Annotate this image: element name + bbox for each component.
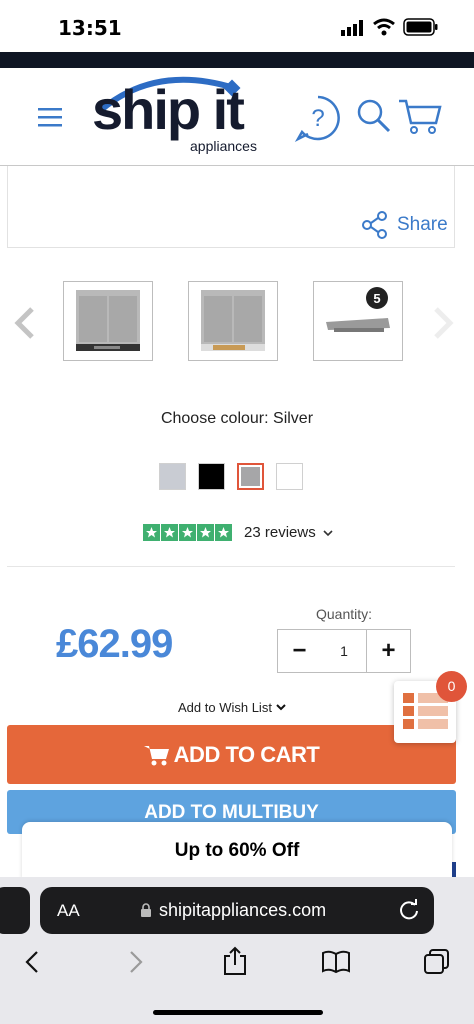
home-indicator — [153, 1010, 323, 1015]
search-icon[interactable] — [356, 98, 392, 134]
share-link[interactable]: Share — [397, 214, 448, 236]
colour-swatch-black[interactable] — [198, 463, 225, 490]
menu-icon[interactable] — [38, 108, 62, 128]
svg-text:?: ? — [311, 105, 324, 132]
page-edge-strip — [452, 862, 456, 878]
carousel-prev-icon[interactable] — [12, 306, 38, 340]
url-text: shipitappliances.com — [159, 900, 327, 920]
chevron-down-icon — [323, 530, 333, 537]
logo-text: ship it — [92, 78, 245, 141]
thumbnail-image — [201, 290, 265, 351]
share-icon[interactable] — [362, 211, 388, 239]
previous-tab-pill[interactable] — [0, 887, 30, 934]
quantity-label: Quantity: — [316, 606, 373, 622]
product-thumbnail[interactable]: 5 — [313, 281, 403, 361]
quantity-decrease-button[interactable]: − — [277, 629, 322, 673]
share-sheet-icon[interactable] — [222, 946, 248, 976]
battery-icon — [403, 18, 438, 36]
tabs-icon[interactable] — [423, 949, 451, 975]
product-thumbnail[interactable] — [188, 281, 278, 361]
promo-banner[interactable]: Up to 60% Off — [22, 822, 452, 880]
add-to-cart-button[interactable]: ADD TO CART — [7, 725, 456, 784]
thumbnail-image — [76, 290, 140, 351]
carousel-next-icon[interactable] — [430, 306, 456, 340]
add-to-cart-label: ADD TO CART — [173, 741, 320, 767]
product-thumbnail[interactable] — [63, 281, 153, 361]
choose-colour-label: Choose colour: Silver — [160, 410, 314, 427]
cart-icon[interactable] — [398, 98, 442, 136]
reload-icon[interactable] — [398, 899, 420, 921]
help-icon[interactable]: ? — [294, 94, 342, 142]
colour-swatch-white[interactable] — [276, 463, 303, 490]
bookmarks-icon[interactable] — [321, 950, 351, 974]
status-time: 13:51 — [58, 16, 122, 40]
top-banner-strip — [0, 52, 474, 68]
back-icon[interactable] — [22, 950, 42, 974]
cart-icon — [143, 745, 169, 765]
quantity-increase-button[interactable]: + — [366, 629, 411, 673]
star-rating-icon[interactable] — [143, 524, 233, 542]
lock-icon — [141, 903, 151, 917]
wifi-icon — [373, 18, 395, 36]
section-divider — [7, 566, 455, 567]
status-bar: 13:51 — [0, 0, 474, 52]
reviews-link[interactable]: 23 reviews — [244, 524, 316, 541]
logo-subtext: appliances — [190, 138, 257, 154]
add-to-wish-list-link[interactable]: Add to Wish List — [178, 700, 272, 715]
colour-swatch-grey-selected[interactable] — [237, 463, 264, 490]
site-header: ship it appliances ? — [0, 68, 474, 166]
thumbnail-image: 5 — [326, 287, 390, 332]
reader-settings-button[interactable]: AA — [57, 901, 80, 921]
product-price: £62.99 — [56, 622, 173, 666]
forward-icon[interactable] — [126, 950, 146, 974]
signal-icon — [341, 20, 363, 36]
warranty-badge-text: 5 — [373, 291, 380, 306]
cart-count-badge: 0 — [436, 671, 467, 702]
colour-swatch-silver[interactable] — [159, 463, 186, 490]
chevron-down-icon — [276, 704, 286, 711]
quantity-input[interactable]: 1 — [321, 629, 367, 673]
